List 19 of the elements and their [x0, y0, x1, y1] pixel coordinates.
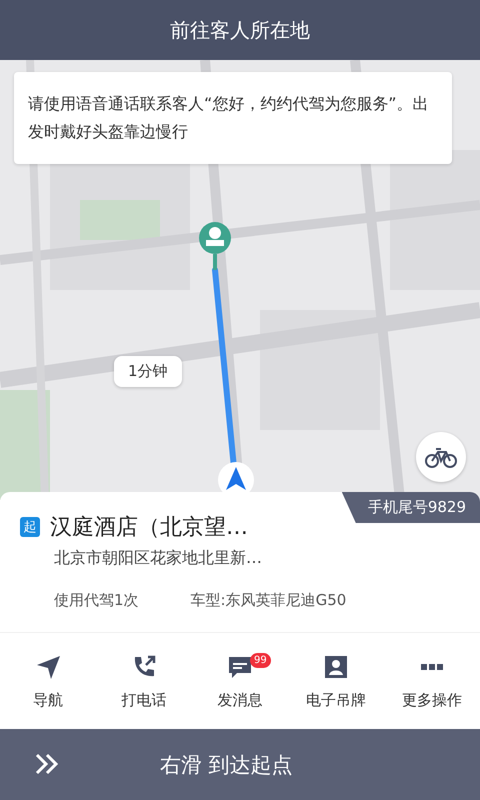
double-chevron-icon — [34, 752, 60, 776]
more-icon — [421, 664, 443, 670]
unread-badge: 99 — [250, 653, 271, 668]
eta-bubble: 1分钟 — [114, 356, 182, 387]
hint-text: 请使用语音通话联系客人“您好，约约代驾为您服务”。出发时戴好头盔靠边慢行 — [28, 94, 429, 141]
action-button[interactable]: 电子吊牌 — [288, 633, 384, 729]
place-name: 汉庭酒店（北京望… — [50, 514, 248, 542]
action-button[interactable]: 更多操作 — [384, 633, 480, 729]
address-text: 北京市朝阳区花家地北里新… — [54, 548, 263, 569]
start-tag: 起 — [20, 517, 40, 537]
action-button[interactable]: 打电话 — [96, 633, 192, 729]
phone-badge: 手机尾号9829 — [342, 492, 480, 523]
car-model-text: 车型:东风英菲尼迪G50 — [190, 591, 346, 610]
action-button[interactable]: 99 发消息 — [192, 633, 288, 729]
action-button[interactable]: 导航 — [0, 633, 96, 729]
swipe-button[interactable]: 右滑 到达起点 — [0, 729, 480, 800]
passenger-pin-icon — [199, 222, 231, 270]
header-title: 前往客人所在地 — [170, 16, 310, 44]
usage-text: 使用代驾1次 — [54, 591, 139, 610]
